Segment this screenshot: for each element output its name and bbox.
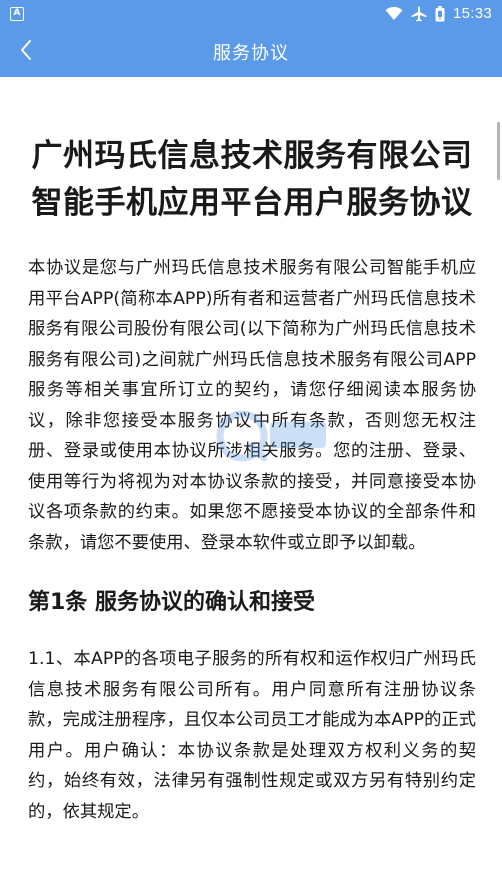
status-time: 15:33: [452, 5, 492, 22]
status-left: A: [10, 6, 24, 21]
section-heading: 第1条 服务协议的确认和接受: [28, 590, 315, 615]
scrollbar-thumb[interactable]: [497, 122, 500, 180]
agreement-content[interactable]: 广州玛氏信息技术服务有限公司智能手机应用平台用户服务协议 本协议是您与广州玛氏信…: [0, 77, 502, 890]
chevron-left-icon: [19, 39, 33, 65]
page-title: 服务协议: [213, 43, 289, 64]
status-right: 15:33: [385, 5, 492, 22]
document-title: 广州玛氏信息技术服务有限公司智能手机应用平台用户服务协议: [31, 138, 473, 221]
battery-icon: [435, 5, 445, 22]
app-notification-icon: A: [10, 6, 24, 21]
back-button[interactable]: [6, 32, 46, 72]
status-bar: A 15:33: [0, 0, 502, 27]
clause-paragraph: 1.1、本APP的各项电子服务的所有权和运作权归广州玛氏信息技术服务有限公司所有…: [28, 649, 476, 822]
wifi-icon: [385, 6, 403, 21]
intro-paragraph: 本协议是您与广州玛氏信息技术服务有限公司智能手机应用平台APP(简称本APP)所…: [28, 258, 476, 553]
airplane-icon: [411, 6, 427, 22]
app-bar: 服务协议: [0, 27, 502, 77]
